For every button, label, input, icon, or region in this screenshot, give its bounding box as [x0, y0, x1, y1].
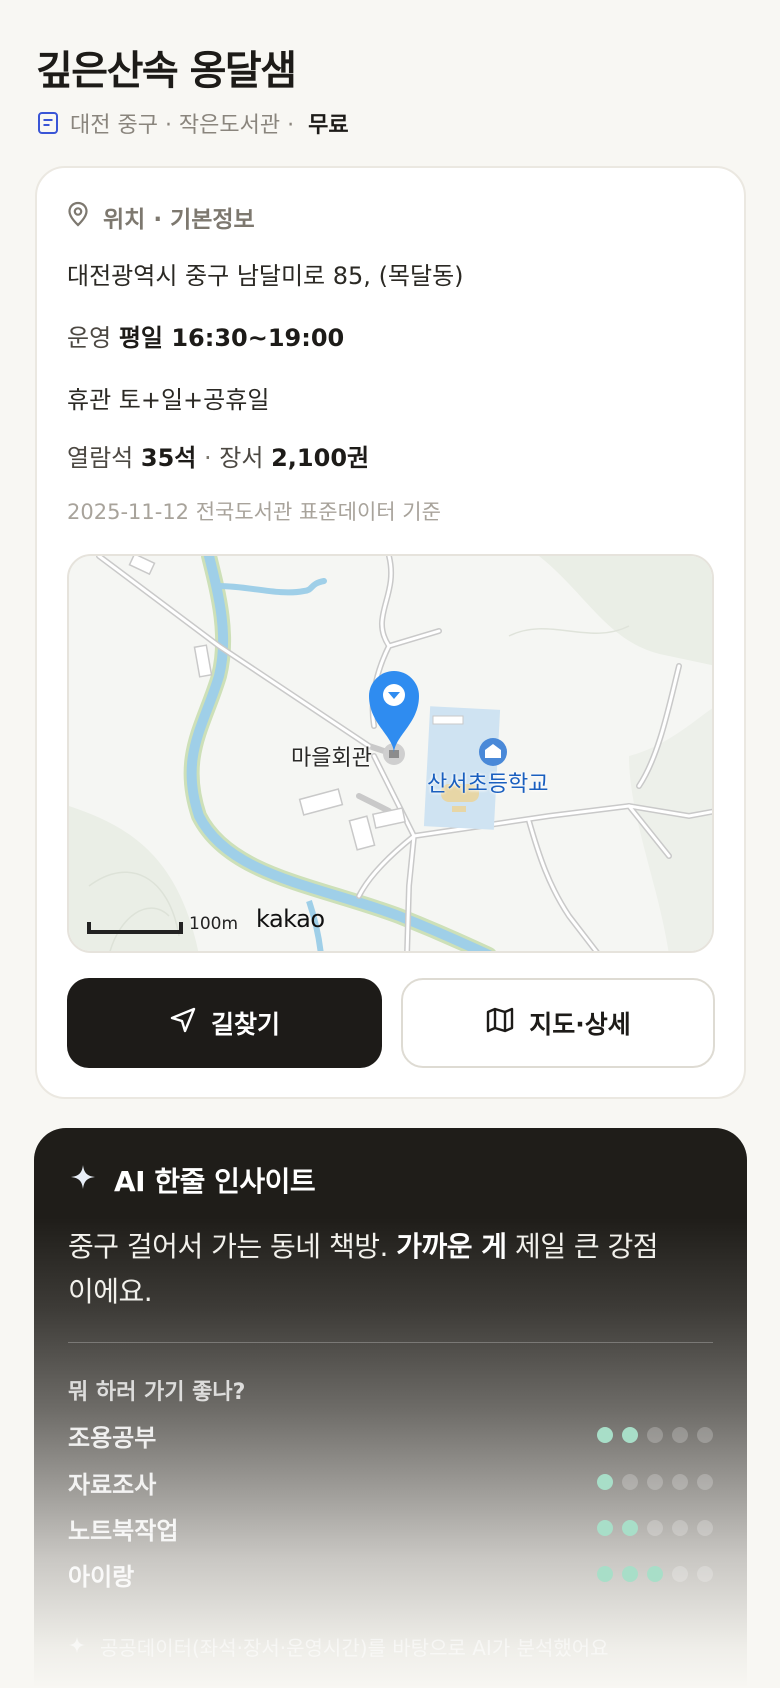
ai-disclaimer: 공공데이터(좌석·장서·운영시간)를 바탕으로 AI가 분석했어요 — [68, 1632, 609, 1661]
score-dot-empty — [672, 1474, 688, 1490]
map-detail-button[interactable]: 지도·상세 — [401, 978, 715, 1068]
ai-disclaimer-text: 공공데이터(좌석·장서·운영시간)를 바탕으로 AI가 분석했어요 — [100, 1636, 609, 1660]
score-dot-filled — [622, 1566, 638, 1582]
activity-score-dots — [597, 1474, 713, 1490]
seats-value: 35석 — [140, 444, 197, 472]
address-text: 대전광역시 중구 남달미로 85, (목달동) — [67, 262, 464, 290]
ai-divider — [68, 1342, 713, 1343]
navigation-arrow-icon — [169, 1006, 197, 1040]
score-dot-empty — [647, 1474, 663, 1490]
library-meta: 대전 중구 · 작은도서관 · 무료 — [36, 106, 349, 140]
books-value: 2,100권 — [271, 444, 370, 472]
fee-badge: 무료 — [308, 113, 349, 138]
activity-name: 조용공부 — [68, 1423, 157, 1452]
page-title: 깊은산속 옹달샘 — [36, 48, 297, 94]
activity-question: 뭐 하러 가기 좋나? — [68, 1380, 246, 1405]
score-dot-empty — [672, 1427, 688, 1443]
score-dot-filled — [597, 1427, 613, 1443]
activity-row: 조용공부 — [68, 1417, 713, 1453]
score-dot-filled — [597, 1474, 613, 1490]
location-pin-icon — [67, 201, 89, 233]
map-label-school: 산서초등학교 — [427, 772, 549, 797]
meta-text: 대전 중구 · 작은도서관 · — [70, 113, 295, 138]
insight-highlight: 가까운 게 — [396, 1230, 507, 1263]
ai-insight-title: AI 한줄 인사이트 — [114, 1165, 316, 1198]
document-icon — [36, 111, 60, 135]
books-label: 장서 — [219, 444, 264, 472]
activity-row: 자료조사 — [68, 1464, 713, 1500]
score-dot-empty — [672, 1566, 688, 1582]
hours-label: 운영 — [67, 324, 112, 352]
score-dot-filled — [647, 1566, 663, 1582]
score-dot-filled — [622, 1520, 638, 1536]
map-provider-logo: kakao — [256, 905, 325, 933]
stats-row: 열람석 35석 · 장서 2,100권 — [67, 438, 369, 473]
map-canvas — [69, 556, 712, 951]
score-dot-empty — [647, 1520, 663, 1536]
ai-insight-card: AI 한줄 인사이트 중구 걸어서 가는 동네 책방. 가까운 게 제일 큰 강… — [34, 1128, 747, 1688]
ai-insight-text: 중구 걸어서 가는 동네 책방. 가까운 게 제일 큰 강점이에요. — [68, 1224, 668, 1314]
map-label-village-hall: 마을회관 — [291, 746, 372, 771]
hours-value: 평일 16:30~19:00 — [118, 324, 345, 352]
insight-text-start: 중구 걸어서 가는 동네 책방. — [68, 1230, 397, 1263]
score-dot-filled — [597, 1520, 613, 1536]
activity-score-dots — [597, 1427, 713, 1443]
score-dot-empty — [672, 1520, 688, 1536]
seats-label: 열람석 — [67, 444, 134, 472]
activity-row: 아이랑 — [68, 1556, 713, 1592]
map-detail-button-label: 지도·상세 — [529, 1010, 631, 1039]
activity-name: 아이랑 — [68, 1562, 135, 1591]
score-dot-empty — [697, 1427, 713, 1443]
stats-separator: · — [204, 444, 212, 472]
info-section-header: 위치 · 기본정보 — [67, 200, 255, 234]
ai-insight-header: AI 한줄 인사이트 — [70, 1160, 316, 1200]
score-dot-filled — [597, 1566, 613, 1582]
score-dot-empty — [697, 1566, 713, 1582]
location-map[interactable]: 마을회관 산서초등학교 100m kakao — [67, 554, 714, 953]
score-dot-empty — [697, 1474, 713, 1490]
map-icon — [485, 1006, 515, 1040]
info-card: 위치 · 기본정보 대전광역시 중구 남달미로 85, (목달동) 운영 평일 … — [35, 166, 746, 1099]
score-dot-empty — [647, 1427, 663, 1443]
activity-score-dots — [597, 1566, 713, 1582]
score-dot-empty — [622, 1474, 638, 1490]
data-source-note: 2025-11-12 전국도서관 표준데이터 기준 — [67, 500, 441, 524]
score-dot-empty — [697, 1520, 713, 1536]
library-detail-page: 깊은산속 옹달샘 대전 중구 · 작은도서관 · 무료 위치 · 기본정보 대전… — [0, 0, 780, 1688]
score-dot-filled — [622, 1427, 638, 1443]
route-button[interactable]: 길찾기 — [67, 978, 382, 1068]
activity-name: 노트북작업 — [68, 1516, 179, 1545]
activity-row: 노트북작업 — [68, 1510, 713, 1546]
hours-row: 운영 평일 16:30~19:00 — [67, 318, 344, 353]
activity-score-dots — [597, 1520, 713, 1536]
sparkle-icon — [70, 1164, 96, 1197]
activity-name: 자료조사 — [68, 1470, 157, 1499]
info-section-title: 위치 · 기본정보 — [103, 207, 255, 233]
map-scale-label: 100m — [189, 914, 239, 934]
sparkle-small-icon — [68, 1635, 86, 1659]
closed-days: 휴관 토+일+공휴일 — [67, 386, 270, 414]
route-button-label: 길찾기 — [210, 1010, 280, 1039]
